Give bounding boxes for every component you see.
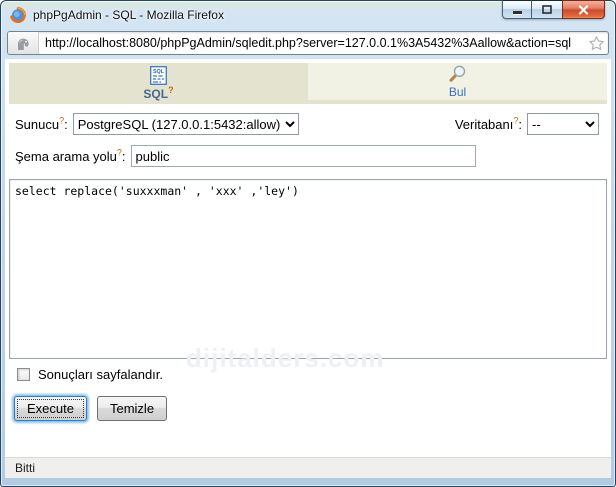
- minimize-button[interactable]: [502, 0, 532, 19]
- maximize-icon: [542, 5, 552, 14]
- close-button[interactable]: [562, 0, 605, 19]
- paginate-row: Sonuçları sayfalandır.: [17, 367, 163, 382]
- maximize-button[interactable]: [532, 0, 562, 19]
- bookmark-star-button[interactable]: [584, 35, 608, 52]
- clear-button[interactable]: Temizle: [97, 396, 167, 421]
- window-controls: [502, 0, 605, 19]
- database-label-colon: :: [518, 117, 522, 132]
- paginate-label[interactable]: Sonuçları sayfalandır.: [38, 367, 163, 382]
- tab-sql-text: SQL: [143, 87, 168, 101]
- schema-label-text: Şema arama yolu: [15, 149, 117, 164]
- minimize-icon: [513, 11, 522, 14]
- database-label-text: Veritabanı: [455, 117, 514, 132]
- window-title: phpPgAdmin - SQL - Mozilla Firefox: [33, 8, 224, 22]
- schema-search-path-input[interactable]: [131, 145, 476, 167]
- database-label: Veritabanı?:: [455, 117, 522, 132]
- server-label-colon: :: [64, 117, 68, 132]
- postgresql-elephant-icon: [15, 36, 31, 51]
- tab-bul[interactable]: Bul: [308, 63, 607, 104]
- firefox-logo-icon: [10, 7, 26, 23]
- sql-help-link[interactable]: ?: [168, 85, 174, 95]
- page-content: SQL SQL? Bul Sunucu?: Pos: [5, 59, 611, 478]
- navigation-toolbar: [1, 29, 615, 59]
- schema-label: Şema arama yolu?:: [15, 149, 126, 164]
- schema-label-colon: :: [122, 149, 126, 164]
- browser-window: phpPgAdmin - SQL - Mozilla Firefox: [0, 0, 616, 487]
- tab-bar: SQL SQL? Bul: [9, 63, 607, 104]
- svg-text:SQL: SQL: [153, 69, 165, 75]
- database-select[interactable]: --: [527, 113, 599, 135]
- database-field: Veritabanı?: --: [455, 113, 599, 135]
- paginate-checkbox[interactable]: [17, 368, 30, 381]
- close-icon: [578, 5, 589, 15]
- sql-editor-container: select replace('suxxxman' , 'xxx' ,'ley'…: [9, 179, 607, 359]
- server-label-text: Sunucu: [15, 117, 59, 132]
- status-bar: Bitti: [5, 457, 611, 478]
- tab-sql[interactable]: SQL SQL?: [9, 63, 308, 104]
- bookmark-star-icon: [588, 35, 605, 52]
- server-label: Sunucu?:: [15, 117, 68, 132]
- status-text: Bitti: [15, 461, 35, 475]
- action-buttons-row: Execute Temizle: [14, 396, 167, 421]
- title-bar[interactable]: phpPgAdmin - SQL - Mozilla Firefox: [1, 1, 615, 29]
- url-bar: [7, 31, 609, 55]
- execute-button[interactable]: Execute: [14, 396, 87, 421]
- schema-search-path-row: Şema arama yolu?:: [9, 144, 607, 168]
- magnifier-icon: [448, 64, 467, 83]
- url-input[interactable]: [39, 36, 584, 50]
- server-select[interactable]: PostgreSQL (127.0.0.1:5432:allow): [73, 113, 299, 135]
- server-database-row: Sunucu?: PostgreSQL (127.0.0.1:5432:allo…: [9, 111, 607, 137]
- tab-bul-label: Bul: [449, 85, 466, 99]
- site-identity-button[interactable]: [8, 32, 39, 54]
- server-field: Sunucu?: PostgreSQL (127.0.0.1:5432:allo…: [15, 113, 299, 135]
- sql-file-icon: SQL: [150, 66, 167, 85]
- tab-sql-label: SQL?: [143, 87, 173, 101]
- sql-textarea[interactable]: select replace('suxxxman' , 'xxx' ,'ley'…: [9, 179, 607, 359]
